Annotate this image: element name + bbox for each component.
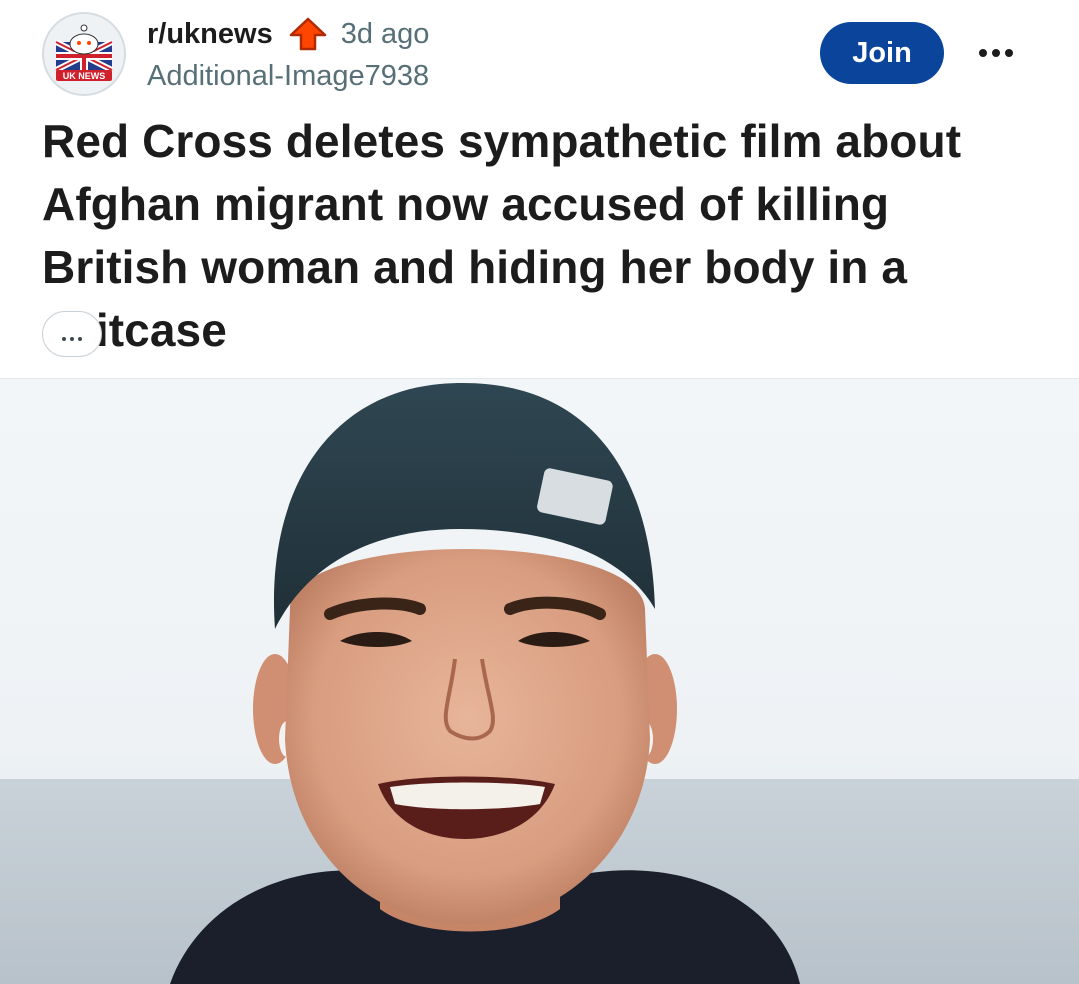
avatar-badge-text: UK NEWS [63,71,106,81]
subreddit-name[interactable]: r/uknews [147,18,273,51]
ellipsis-expand-icon [70,337,74,341]
trending-up-arrow-icon [287,16,329,52]
post-author[interactable]: Additional-Image7938 [147,60,429,93]
ellipsis-expand-icon [78,337,82,341]
post-header: UK NEWS r/uknews 3d ago Additional-Image… [0,0,1079,110]
post-age: 3d ago [340,17,430,50]
ellipsis-icon [1005,49,1013,57]
photo-image [0,379,1079,984]
uk-news-avatar-icon: UK NEWS [44,14,124,94]
subreddit-avatar[interactable]: UK NEWS [42,12,126,96]
ellipsis-icon [979,49,987,57]
more-options-button[interactable] [968,30,1024,76]
ellipsis-expand-icon [62,337,66,341]
post-title[interactable]: Red Cross deletes sympathetic film about… [42,110,1042,362]
ellipsis-icon [992,49,1000,57]
join-button[interactable]: Join [820,22,944,84]
post-image[interactable] [0,379,1079,984]
expand-post-button[interactable] [42,311,102,357]
post-meta-line: r/uknews 3d ago [147,14,429,54]
